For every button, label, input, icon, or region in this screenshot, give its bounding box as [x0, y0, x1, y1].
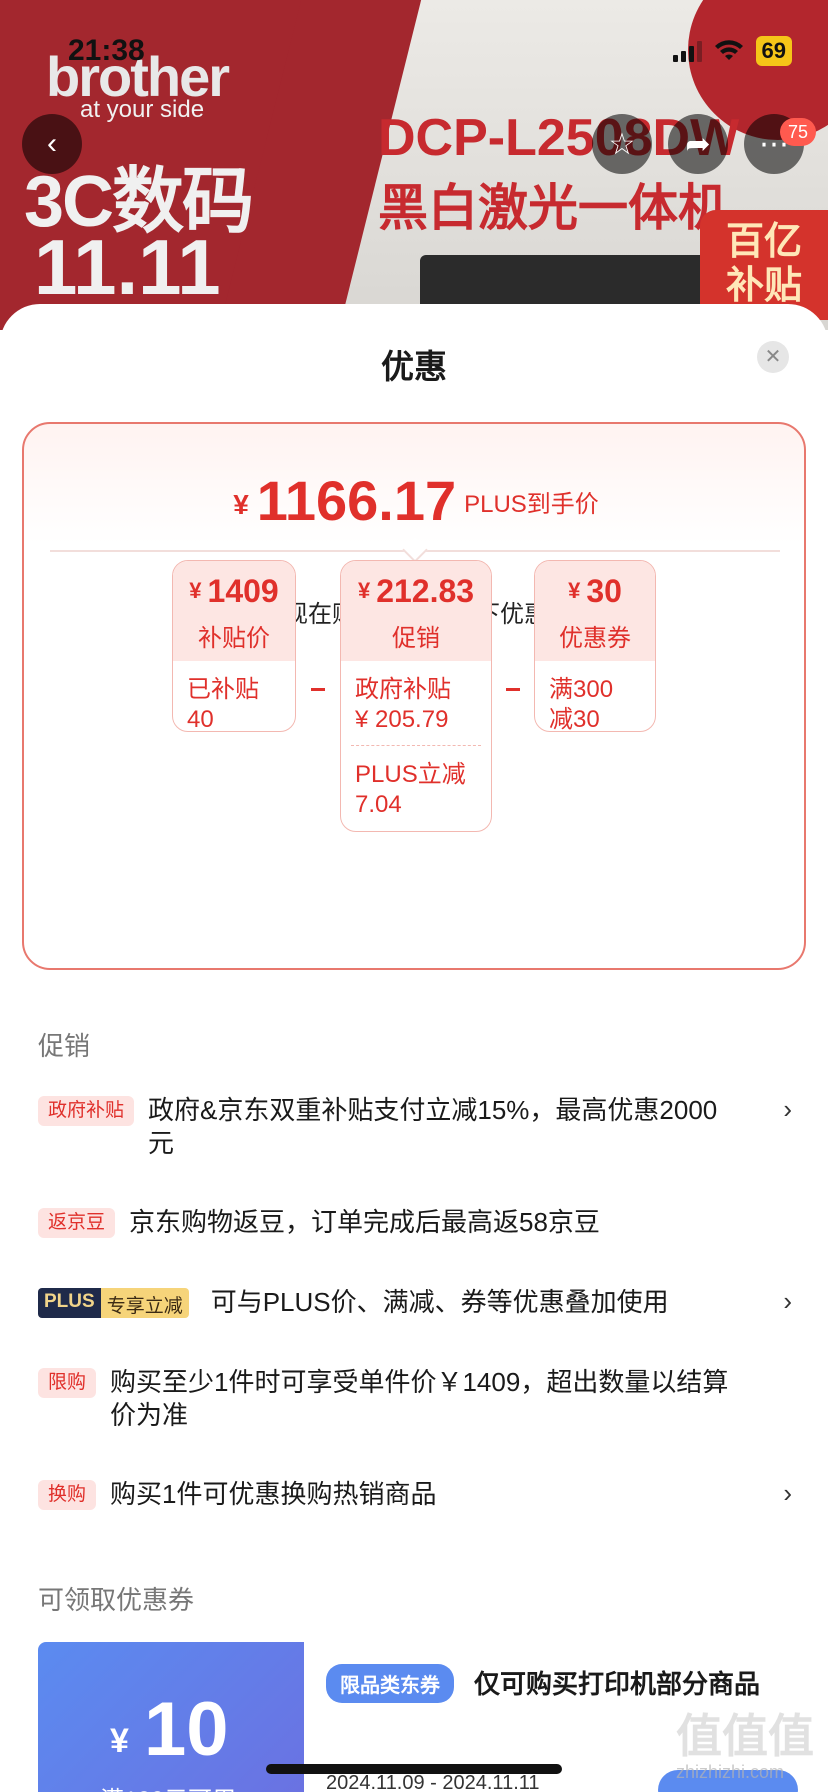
- plus-tag: PLUS 专享立减: [38, 1288, 189, 1318]
- star-icon: ☆: [608, 127, 636, 161]
- sheet-title: 优惠: [381, 348, 447, 385]
- chevron-left-icon: ‹: [47, 127, 57, 160]
- share-icon: ➦: [685, 127, 711, 161]
- box-value: 30: [586, 573, 622, 609]
- box-detail: 已补贴 40: [187, 676, 259, 732]
- box-label: 优惠券: [559, 625, 631, 652]
- promotions-title: 促销: [38, 1031, 91, 1061]
- banner-date: 11.11: [34, 223, 221, 311]
- close-icon: ✕: [764, 346, 782, 368]
- promo-row-gov-subsidy[interactable]: 政府补贴 政府&京东双重补贴支付立减15%，最高优惠2000元: [38, 1094, 798, 1160]
- box-label: 促销: [392, 625, 440, 652]
- coupon-condition: 满100元可用: [100, 1780, 236, 1792]
- price-suffix: PLUS到手价: [464, 491, 599, 518]
- box-label: 补贴价: [198, 625, 270, 652]
- coupon-tag: 限品类东券: [326, 1664, 454, 1703]
- box-detail: PLUS立减 7.04: [355, 761, 466, 818]
- promo-row-limit: 限购 购买至少1件时可享受单件价￥1409，超出数量以结算价为准: [38, 1366, 798, 1432]
- coupon-value: 10: [144, 1687, 229, 1772]
- box-detail: 满300 减30: [549, 676, 614, 732]
- promo-tag: 政府补贴: [38, 1096, 135, 1126]
- wifi-icon: [714, 40, 743, 60]
- promo-text: 京东购物返豆，订单完成后最高返58京豆: [129, 1207, 600, 1237]
- watermark-url: zhizhizhi.com: [676, 1762, 785, 1782]
- promo-tag: 换购: [38, 1480, 97, 1510]
- message-badge: 75: [780, 118, 816, 146]
- chevron-right-icon[interactable]: ›: [783, 1286, 792, 1317]
- promo-text: 购买1件可优惠换购热销商品: [110, 1479, 437, 1509]
- minus-sign: [506, 688, 520, 691]
- close-button[interactable]: ✕: [757, 341, 789, 373]
- promo-tag: 限购: [38, 1368, 97, 1398]
- promo-text: 可与PLUS价、满减、券等优惠叠加使用: [210, 1287, 669, 1317]
- box-detail: 政府补贴 ¥ 205.79: [355, 676, 451, 733]
- breakdown-box-coupon: ¥30 优惠券 满300 减30: [534, 560, 656, 732]
- coupon-desc: 仅可购买打印机部分商品: [474, 1669, 761, 1699]
- promo-row-exchange[interactable]: 换购 购买1件可优惠换购热销商品: [38, 1478, 798, 1511]
- brand-tagline: at your side: [80, 96, 205, 123]
- share-button[interactable]: ➦: [668, 114, 728, 174]
- promo-row-plus[interactable]: PLUS 专享立减 可与PLUS价、满减、券等优惠叠加使用: [38, 1286, 798, 1319]
- favorite-button[interactable]: ☆: [592, 114, 652, 174]
- watermark-logo: 值值值: [676, 1710, 814, 1762]
- promo-tag: 返京豆: [38, 1208, 116, 1238]
- breakdown-box-promotion: ¥212.83 促销 政府补贴 ¥ 205.79 PLUS立减 7.04: [340, 560, 492, 832]
- chevron-right-icon[interactable]: ›: [783, 1094, 792, 1125]
- final-price: ¥1166.17 PLUS到手价: [233, 469, 599, 532]
- back-button[interactable]: ‹: [22, 114, 82, 174]
- box-value: 1409: [207, 573, 279, 609]
- promo-text: 政府&京东双重补贴支付立减15%，最高优惠2000元: [148, 1095, 718, 1158]
- chevron-right-icon[interactable]: ›: [783, 1478, 792, 1509]
- home-indicator[interactable]: [266, 1764, 562, 1774]
- coupons-title: 可领取优惠券: [38, 1585, 195, 1615]
- minus-sign: [311, 688, 325, 691]
- banner-model-desc: 黑白激光一体机: [378, 180, 728, 236]
- status-time: 21:38: [68, 34, 145, 67]
- battery-indicator: 69: [755, 36, 792, 66]
- promo-text: 购买至少1件时可享受单件价￥1409，超出数量以结算价为准: [110, 1367, 729, 1430]
- promo-row-jd-beans: 返京豆 京东购物返豆，订单完成后最高返58京豆: [38, 1206, 798, 1239]
- breakdown-box-subsidy-price: ¥1409 补贴价 已补贴 40: [172, 560, 296, 732]
- box-value: 212.83: [376, 573, 475, 609]
- final-price-amount: 1166.17: [256, 469, 457, 532]
- coupon-card[interactable]: ¥ 10 满100元可用: [38, 1642, 304, 1792]
- discount-sheet: 优惠 ✕ ¥1166.17PLUS到手价 现在购买，享受以下优惠 ¥1409 补…: [0, 304, 828, 1792]
- status-indicators: 69: [672, 36, 792, 66]
- coupon-date: 2024.11.09 - 2024.11.11: [326, 1772, 540, 1792]
- signal-icon: [672, 40, 702, 62]
